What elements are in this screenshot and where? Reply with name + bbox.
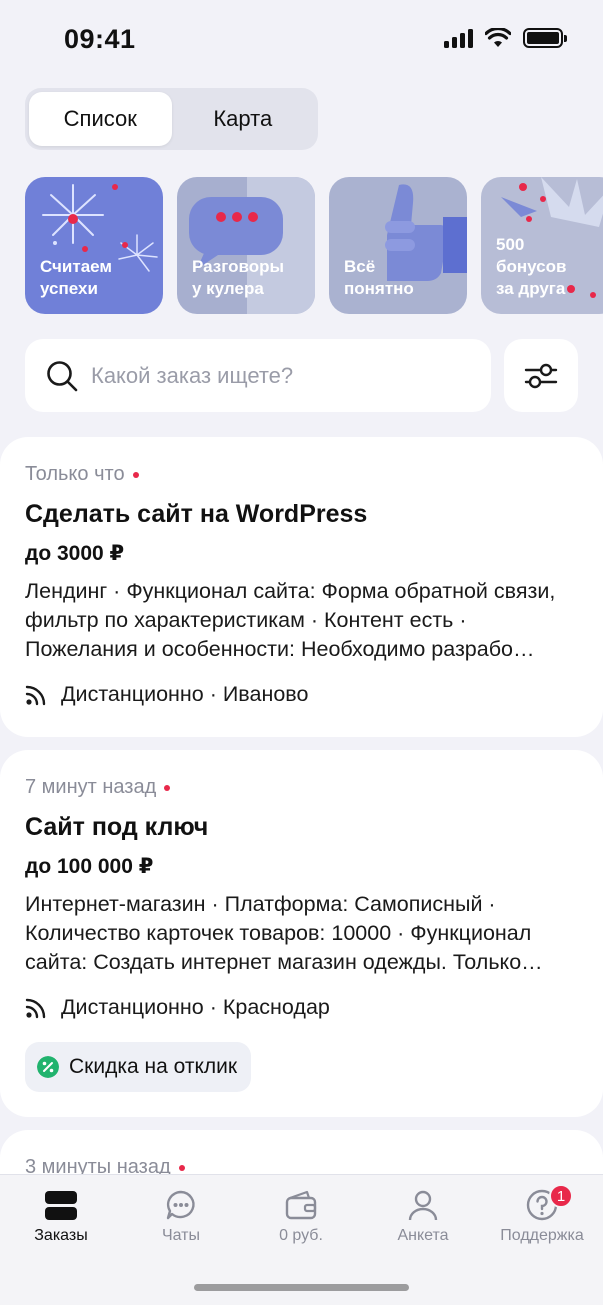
- story-label: Разговоры у кулера: [192, 257, 284, 298]
- notification-badge: 1: [549, 1184, 573, 1208]
- order-location: Дистанционно · Иваново: [25, 682, 578, 707]
- filter-button[interactable]: [504, 339, 578, 412]
- order-price: до 100 000 ₽: [25, 855, 154, 878]
- nav-profile[interactable]: Анкета: [392, 1189, 454, 1245]
- order-title: Сайт под ключ: [25, 813, 209, 841]
- nav-orders[interactable]: Заказы: [29, 1189, 93, 1245]
- new-indicator-dot: [178, 1164, 185, 1171]
- story-cooler-talks[interactable]: Разговоры у кулера: [177, 177, 315, 314]
- discount-badge: Скидка на отклик: [25, 1042, 252, 1092]
- wallet-icon: [285, 1190, 317, 1220]
- wifi-icon: [485, 28, 511, 47]
- order-description: Интернет-магазин · Платформа: Самописный…: [25, 892, 543, 974]
- search-icon: [47, 360, 78, 391]
- story-label: Считаем успехи: [40, 257, 112, 298]
- tab-map[interactable]: Карта: [172, 92, 315, 146]
- nav-chats[interactable]: Чаты: [150, 1189, 212, 1245]
- view-switcher: Список Карта: [25, 88, 318, 150]
- cellular-signal-icon: [444, 28, 473, 48]
- percent-icon: [37, 1056, 59, 1078]
- order-card[interactable]: Только что Сделать сайт на WordPress до …: [0, 437, 603, 737]
- filter-sliders-icon: [524, 363, 558, 388]
- nav-label: Чаты: [161, 1227, 201, 1244]
- order-time-text: Только что: [25, 463, 125, 485]
- remote-signal-icon: [25, 998, 46, 1018]
- order-card[interactable]: 7 минут назад Сайт под ключ до 100 000 ₽…: [0, 750, 603, 1117]
- story-referral-bonus[interactable]: 500 бонусов за друга: [481, 177, 603, 314]
- story-label: Всё понятно: [344, 257, 414, 298]
- home-indicator: [194, 1284, 409, 1291]
- new-indicator-dot: [132, 471, 139, 478]
- nav-support[interactable]: 1 Поддержка: [496, 1184, 588, 1245]
- stories-carousel: Считаем успехи Разговоры у кулера Всё по…: [25, 177, 603, 314]
- order-time: 7 минут назад: [25, 776, 578, 799]
- battery-icon: [523, 28, 567, 48]
- nav-label: Анкета: [397, 1227, 449, 1244]
- nav-label: Заказы: [34, 1227, 88, 1244]
- order-title: Сделать сайт на WordPress: [25, 500, 368, 528]
- orders-icon: [45, 1191, 77, 1220]
- order-description: Лендинг · Функционал сайта: Форма обратн…: [25, 579, 556, 661]
- status-icons: [444, 28, 567, 48]
- story-all-clear[interactable]: Всё понятно: [329, 177, 467, 314]
- story-label: 500 бонусов за друга: [496, 235, 567, 298]
- order-location: Дистанционно · Краснодар: [25, 995, 578, 1020]
- status-bar: 09:41: [0, 0, 603, 80]
- story-counting-success[interactable]: Считаем успехи: [25, 177, 163, 314]
- order-location-text: Дистанционно · Иваново: [61, 682, 309, 706]
- order-time: Только что: [25, 463, 578, 486]
- remote-signal-icon: [25, 685, 46, 705]
- order-time-text: 7 минут назад: [25, 776, 157, 798]
- nav-label: Поддержка: [500, 1227, 584, 1244]
- status-time: 09:41: [64, 24, 136, 54]
- nav-label: 0 руб.: [279, 1227, 323, 1244]
- order-price: до 3000 ₽: [25, 542, 125, 565]
- discount-badge-label: Скидка на отклик: [69, 1055, 238, 1078]
- support-icon-wrap: 1: [525, 1184, 573, 1221]
- tab-list[interactable]: Список: [29, 92, 172, 146]
- new-indicator-dot: [164, 784, 171, 791]
- nav-wallet[interactable]: 0 руб.: [268, 1189, 334, 1245]
- order-location-text: Дистанционно · Краснодар: [61, 995, 330, 1019]
- search-bar: [25, 339, 491, 412]
- chat-icon: [166, 1190, 195, 1220]
- search-input[interactable]: [91, 362, 471, 389]
- profile-icon: [408, 1190, 438, 1221]
